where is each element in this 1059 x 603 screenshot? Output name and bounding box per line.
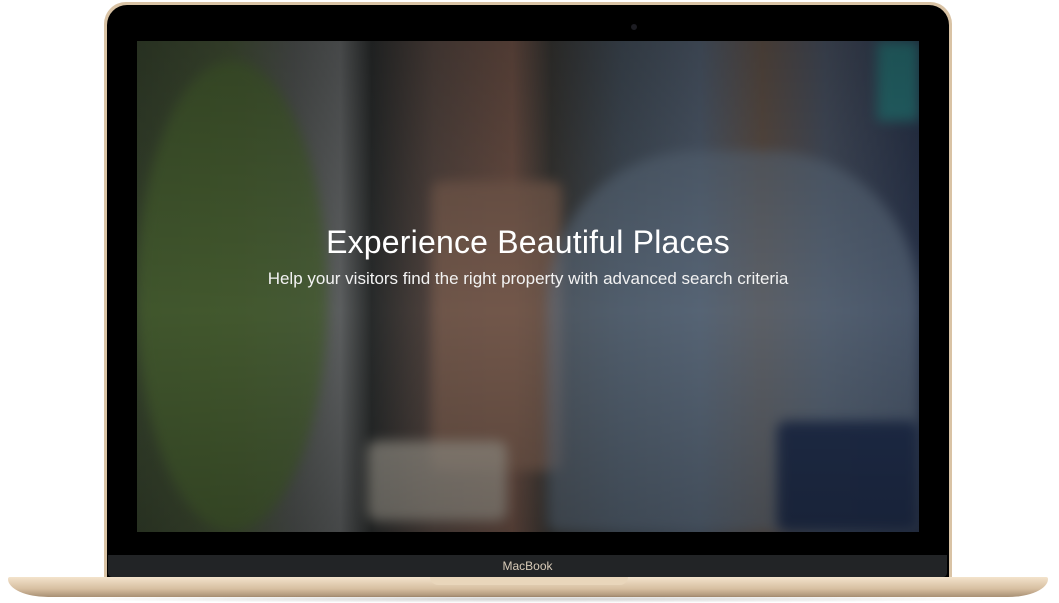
laptop-base xyxy=(8,577,1048,597)
laptop-notch xyxy=(430,577,628,585)
laptop-chin: MacBook xyxy=(108,555,947,577)
hero-subtitle: Help your visitors find the right proper… xyxy=(267,269,789,288)
hero-banner: Experience Beautiful Places Help your vi… xyxy=(137,41,919,532)
hero-text: Experience Beautiful Places Help your vi… xyxy=(137,224,919,289)
camera-icon xyxy=(631,24,637,30)
laptop-shadow xyxy=(40,595,1020,603)
hero-title: Experience Beautiful Places xyxy=(326,224,730,260)
brand-label: MacBook xyxy=(502,559,553,573)
